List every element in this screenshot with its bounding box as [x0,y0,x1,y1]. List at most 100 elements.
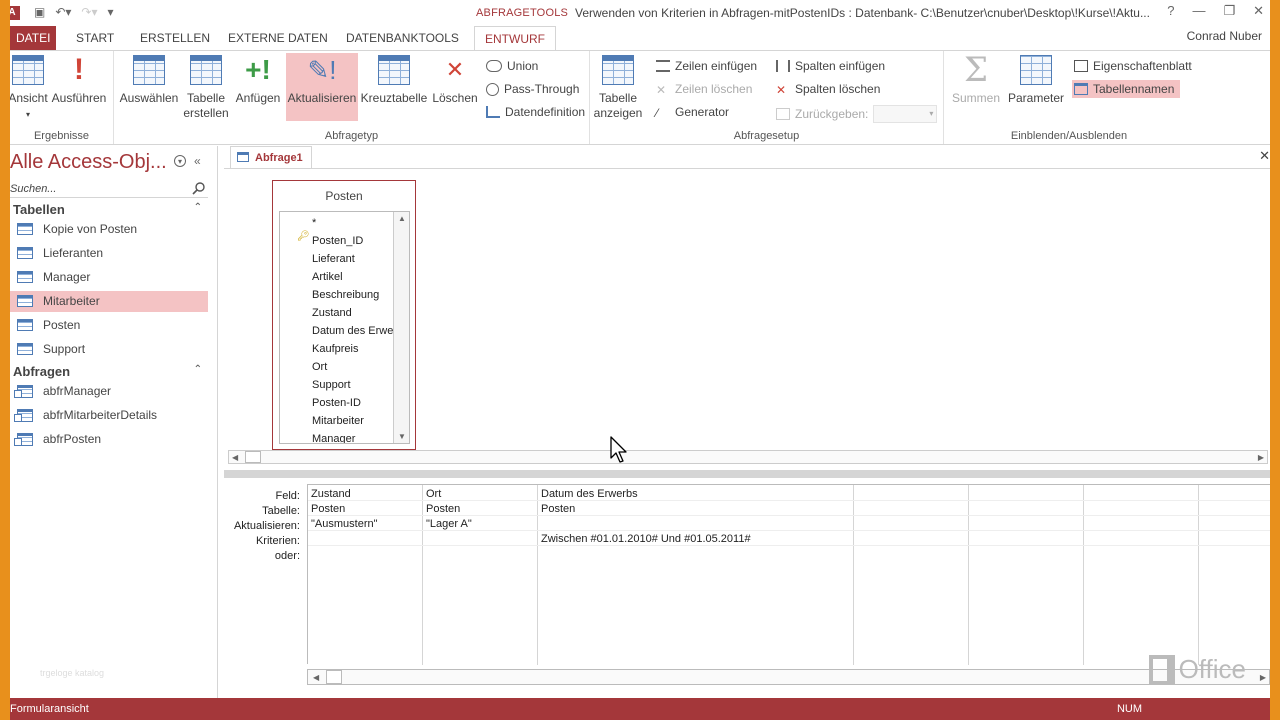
field-list-posten[interactable]: Posten * 🔑︎ Posten_ID Lieferant Artikel … [272,180,416,450]
cell-feld[interactable]: Zustand [311,488,351,500]
zurueckgeben-dropdown[interactable]: ▾ [873,105,938,123]
nav-section-abfragen[interactable]: Abfragen ⌃ [13,364,208,379]
auswaehlen-button[interactable]: Auswählen [118,55,180,106]
tabelle-erstellen-button[interactable]: Tabelle erstellen [182,55,230,121]
scroll-right-icon[interactable]: ▶ [1260,673,1266,682]
field-item[interactable]: * [312,214,316,232]
zeilen-loeschen-button[interactable]: ✕ Zeilen löschen [656,82,752,97]
grid-column-5[interactable] [969,485,1084,665]
access-app-icon[interactable]: A [10,6,20,20]
scroll-thumb[interactable] [245,451,261,463]
field-item[interactable]: Mitarbeiter [312,412,364,430]
nav-item-support[interactable]: Support [10,339,208,360]
restore-button[interactable]: ❐ [1223,3,1235,19]
grid-column-1[interactable]: Zustand Posten "Ausmustern" [308,485,423,665]
nav-section-tabellen[interactable]: Tabellen ⌃ [13,202,208,217]
kreuztabelle-button[interactable]: Kreuztabelle [360,55,428,106]
nav-menu-dropdown-icon[interactable]: ▾ [174,155,186,167]
nav-item-abfrmitarbeiterdetails[interactable]: abfrMitarbeiterDetails [10,405,208,426]
spalten-loeschen-button[interactable]: ✕ Spalten löschen [776,82,880,97]
field-item[interactable]: Artikel [312,268,343,286]
user-name[interactable]: Conrad Nuber [1187,29,1262,43]
aktualisieren-button[interactable]: ✎! Aktualisieren [286,53,358,121]
collapse-section-icon[interactable]: ⌃ [194,202,202,213]
field-item[interactable]: Kaufpreis [312,340,358,358]
nav-item-kopie-von-posten[interactable]: Kopie von Posten [10,219,208,240]
field-item[interactable]: Zustand [312,304,352,322]
search-icon[interactable] [192,181,206,195]
cell-tabelle[interactable]: Posten [311,503,345,515]
eigenschaftenblatt-button[interactable]: Eigenschaftenblatt [1074,59,1192,73]
pass-through-button[interactable]: Pass-Through [486,82,579,96]
generator-button[interactable]: ⁄ Generator [656,105,729,120]
tab-erstellen[interactable]: ERSTELLEN [130,26,220,50]
nav-item-manager[interactable]: Manager [10,267,208,288]
field-item[interactable]: Posten_ID [312,232,363,250]
scroll-thumb[interactable] [326,670,342,684]
nav-pane-title[interactable]: Alle Access-Obj... [10,151,167,174]
nav-search-input[interactable]: Suchen... [10,180,208,198]
cell-aktualisieren[interactable]: "Ausmustern" [311,518,378,530]
nav-item-lieferanten[interactable]: Lieferanten [10,243,208,264]
collapse-nav-icon[interactable]: « [194,154,201,168]
tab-datenbanktools[interactable]: DATENBANKTOOLS [336,26,469,50]
grid-column-3[interactable]: Datum des Erwerbs Posten Zwischen #01.01… [538,485,854,665]
parameter-button[interactable]: Parameter [1006,55,1066,106]
zeilen-einfuegen-button[interactable]: Zeilen einfügen [656,59,757,73]
tab-datei[interactable]: DATEI [10,26,57,50]
field-item[interactable]: Support [312,376,351,394]
field-item[interactable]: Ort [312,358,327,376]
cell-aktualisieren[interactable]: "Lager A" [426,518,472,530]
save-icon[interactable]: ▣ [34,5,45,19]
table-pane-hscrollbar[interactable]: ◀ ▶ [228,450,1268,464]
union-button[interactable]: Union [486,59,538,73]
customize-qat-icon[interactable]: ▾ [108,5,114,19]
minimize-button[interactable]: — [1192,3,1205,19]
tabelle-anzeigen-button[interactable]: Tabelle anzeigen [592,55,644,121]
field-item[interactable]: Manager [312,430,355,443]
grid-column-4[interactable] [854,485,969,665]
collapse-section-icon[interactable]: ⌃ [194,364,202,375]
field-item[interactable]: Beschreibung [312,286,379,304]
document-tab-abfrage1[interactable]: Abfrage1 [230,146,312,168]
ausfuehren-button[interactable]: ! Ausführen [50,55,108,106]
close-button[interactable]: ✕ [1253,3,1264,19]
pane-splitter[interactable] [224,470,1270,478]
ansicht-button[interactable]: Ansicht ▾ [10,55,48,122]
grid-hscrollbar[interactable]: ◀ ▶ [307,669,1270,685]
scroll-left-icon[interactable]: ◀ [313,673,319,682]
scroll-right-icon[interactable]: ▶ [1258,453,1264,462]
cell-tabelle[interactable]: Posten [541,503,575,515]
grid-column-2[interactable]: Ort Posten "Lager A" [423,485,538,665]
nav-item-abfrposten[interactable]: abfrPosten [10,429,208,450]
redo-icon[interactable]: ↷▾ [81,5,97,19]
row-label-tabelle: Tabelle: [262,505,300,517]
tab-externe-daten[interactable]: EXTERNE DATEN [218,26,338,50]
spalten-einfuegen-button[interactable]: Spalten einfügen [776,59,885,73]
cell-feld[interactable]: Ort [426,488,441,500]
scroll-up-icon[interactable]: ▲ [398,214,406,223]
grid-column-6[interactable] [1084,485,1199,665]
undo-icon[interactable]: ↶▾ [55,5,71,19]
close-document-icon[interactable]: ✕ [1259,148,1270,164]
nav-item-posten[interactable]: Posten [10,315,208,336]
datendefinition-button[interactable]: Datendefinition [486,105,585,119]
scroll-down-icon[interactable]: ▼ [398,432,406,441]
tabellennamen-button[interactable]: Tabellennamen [1072,80,1181,98]
tab-start[interactable]: START [66,26,124,50]
scroll-left-icon[interactable]: ◀ [232,453,238,462]
field-item[interactable]: Lieferant [312,250,355,268]
nav-item-abfrmanager[interactable]: abfrManager [10,381,208,402]
tab-entwurf[interactable]: ENTWURF [474,26,556,50]
field-item[interactable]: Datum des Erwe [312,322,393,340]
field-list-scrollbar[interactable]: ▲ ▼ [393,212,409,443]
cell-kriterien[interactable]: Zwischen #01.01.2010# Und #01.05.2011# [541,533,751,545]
summen-button[interactable]: Σ Summen [948,53,1004,106]
nav-item-mitarbeiter[interactable]: Mitarbeiter [10,291,208,312]
loeschen-button[interactable]: ✕ Löschen [430,55,480,106]
cell-tabelle[interactable]: Posten [426,503,460,515]
cell-feld[interactable]: Datum des Erwerbs [541,488,638,500]
anfuegen-button[interactable]: +! Anfügen [232,55,284,106]
field-item[interactable]: Posten-ID [312,394,361,412]
help-button[interactable]: ? [1167,3,1174,19]
